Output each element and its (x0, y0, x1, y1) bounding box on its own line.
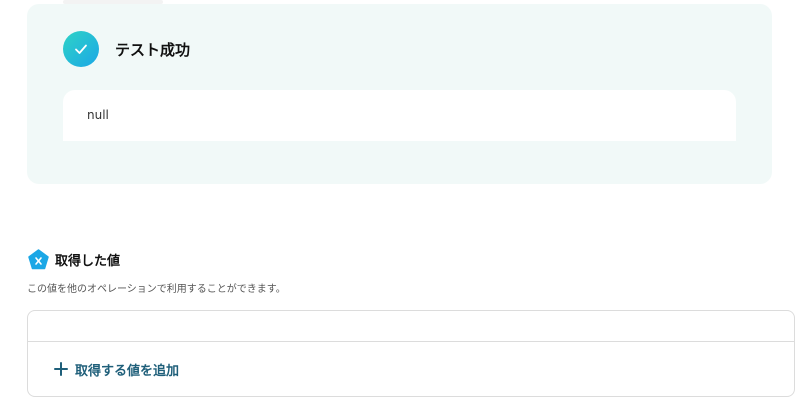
test-output-box: null (63, 90, 736, 141)
page: テスト成功 null 取得した値 この値を他のオペレーションで利用することができ… (0, 0, 806, 407)
divider (28, 341, 794, 342)
acquired-values-title: 取得した値 (55, 253, 121, 269)
add-value-button[interactable]: 取得する値を追加 (54, 358, 179, 380)
plus-icon (54, 362, 68, 376)
test-output-value: null (87, 108, 109, 122)
add-value-label: 取得する値を追加 (75, 363, 180, 379)
acquired-values-description: この値を他のオペレーションで利用することができます。 (27, 284, 286, 295)
test-status-title: テスト成功 (115, 40, 191, 59)
test-status-row: テスト成功 (63, 31, 190, 67)
check-icon (63, 31, 99, 67)
variable-x-icon (28, 248, 49, 269)
acquired-values-box: 取得する値を追加 (27, 310, 795, 397)
acquired-values-header: 取得した値 (28, 248, 120, 270)
test-result-card: テスト成功 null (27, 0, 772, 184)
